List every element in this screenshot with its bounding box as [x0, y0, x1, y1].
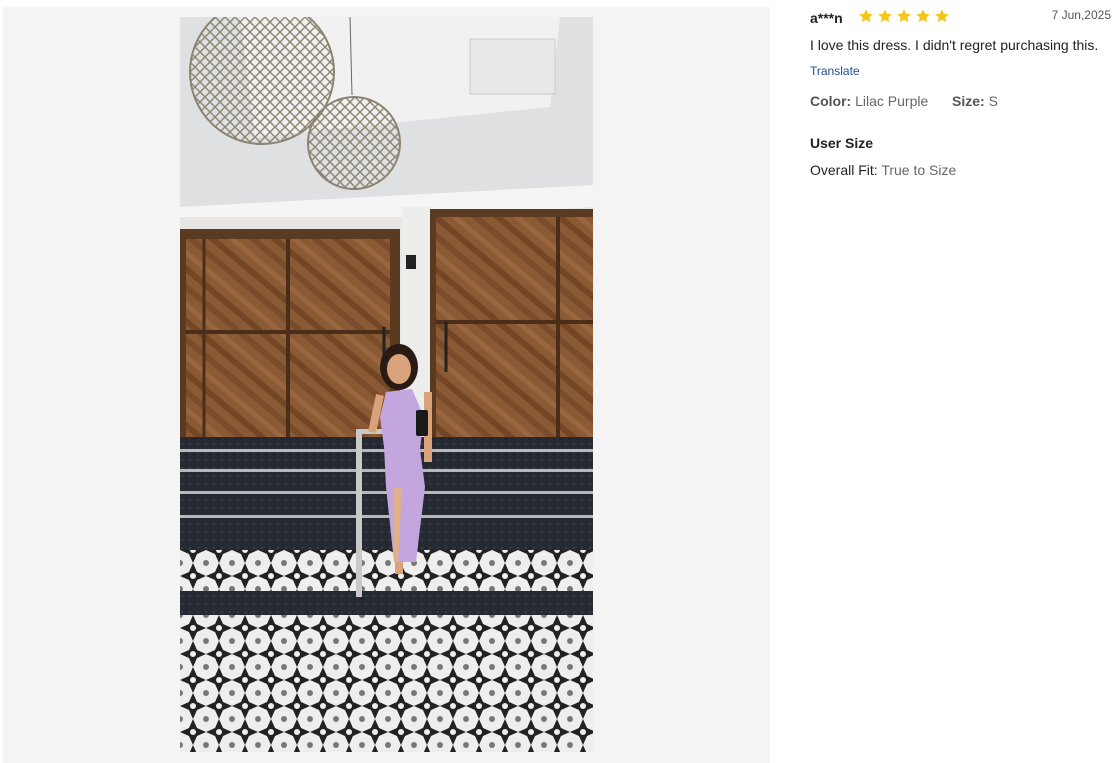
review-photo[interactable]	[180, 17, 593, 752]
size-value: S	[988, 93, 998, 109]
star-icon	[897, 9, 911, 23]
overall-fit: Overall Fit: True to Size	[810, 162, 956, 178]
review-header: a***n 7 Jun,2025	[810, 8, 1111, 28]
star-rating	[858, 8, 950, 26]
size-label: Size:	[952, 93, 985, 109]
color-label: Color:	[810, 93, 852, 109]
color-value: Lilac Purple	[855, 93, 929, 109]
fit-value: True to Size	[881, 162, 957, 178]
fit-label: Overall Fit:	[810, 162, 878, 178]
star-icon	[916, 9, 930, 23]
review-media-panel	[3, 7, 770, 763]
customer-photo-image	[180, 17, 593, 752]
reviewer-name: a***n	[810, 10, 843, 26]
purchase-attributes: Color: Lilac Purple Size: S	[810, 93, 998, 109]
star-icon	[878, 9, 892, 23]
star-icon	[935, 9, 949, 23]
translate-link[interactable]: Translate	[810, 64, 860, 78]
review-date: 7 Jun,2025	[1051, 8, 1111, 22]
user-size-heading: User Size	[810, 135, 874, 151]
star-icon	[859, 9, 873, 23]
review-text: I love this dress. I didn't regret purch…	[810, 37, 1099, 53]
review-detail-view: a***n 7 Jun,2025 I love this dress. I di…	[0, 0, 1117, 763]
